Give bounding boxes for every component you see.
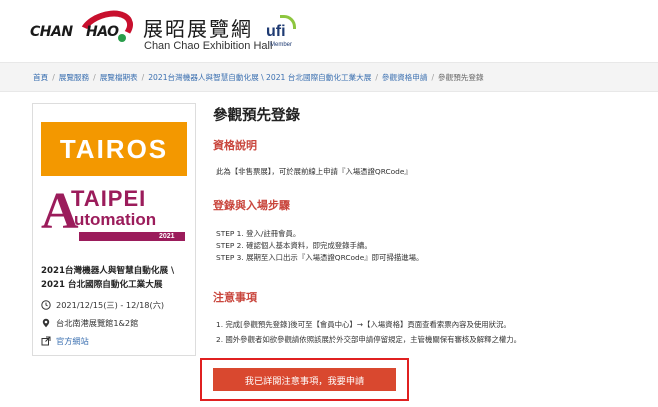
breadcrumb-exhibition-services[interactable]: 展覽服務 — [59, 72, 89, 83]
site-name: 展昭展覽網 — [143, 17, 253, 41]
breadcrumb-current: 參觀預先登錄 — [438, 72, 484, 82]
breadcrumb-separator: / — [52, 72, 55, 82]
ufi-member-text: Member — [270, 42, 293, 48]
calendar-icon — [41, 300, 51, 310]
breadcrumb-home[interactable]: 首頁 — [33, 72, 48, 83]
qualification-heading: 資格說明 — [213, 139, 257, 152]
step-item: STEP 3. 展期至入口出示『入場憑證QRCode』即可掃描進場。 — [216, 253, 424, 262]
breadcrumb-separator: / — [431, 72, 435, 82]
official-website-link[interactable]: 官方網站 — [41, 335, 89, 347]
notes-heading: 注意事項 — [213, 291, 257, 304]
note-item: 2. 國外參觀者如欲參觀請依照該展於外交部申請停留規定，主管機關保有審核及解釋之… — [216, 335, 522, 344]
step-item: STEP 2. 確認個人基本資料，即完成登錄手續。 — [216, 241, 372, 250]
event-venue: 台北南港展覽館1&2館 — [41, 317, 138, 329]
event-title-line1: 2021台灣機器人與智慧自動化展 \ — [41, 266, 175, 276]
breadcrumb-event[interactable]: 2021台灣機器人與智慧自動化展 \ 2021 台北國際自動化工業大展 — [148, 72, 371, 83]
automation-logo-text: utomation — [74, 210, 157, 229]
breadcrumb-separator: / — [93, 72, 96, 82]
breadcrumb-separator: / — [141, 72, 145, 82]
event-info-card: TAIROS A TAIPEI utomation 2021 2021台灣機器人… — [32, 103, 196, 356]
taipei-automation-logo: A TAIPEI utomation 2021 — [41, 186, 187, 246]
apply-button-highlight: 我已詳閱注意事項，我要申請 — [200, 358, 409, 401]
breadcrumb-schedule[interactable]: 展覽檔期表 — [100, 72, 138, 83]
site-name-english: Chan Chao Exhibition Hall — [144, 40, 273, 52]
steps-heading: 登錄與入場步驟 — [213, 199, 290, 212]
logo-year: 2021 — [159, 233, 175, 240]
event-title-line2: 2021 台北國際自動化工業大展 — [41, 280, 163, 290]
external-link-icon — [41, 336, 51, 346]
logo-text-chan: CHAN — [30, 24, 73, 40]
logo-dot — [118, 34, 126, 42]
ufi-member-logo: ufi Member — [266, 15, 298, 51]
apply-button[interactable]: 我已詳閱注意事項，我要申請 — [213, 368, 396, 391]
logo-text-hao: HAO — [86, 24, 119, 40]
step-item: STEP 1. 登入/註冊會員。 — [216, 229, 301, 238]
tairos-logo-text: TAIROS — [59, 133, 169, 164]
site-header: CHAN HAO 展昭展覽網 Chan Chao Exhibition Hall… — [0, 0, 658, 62]
qualification-text: 此為【非售票展】，可於展前線上申請『入場憑證QRCode』 — [216, 167, 412, 176]
breadcrumb: 首頁 / 展覽服務 / 展覽檔期表 / 2021台灣機器人與智慧自動化展 \ 2… — [0, 62, 658, 92]
breadcrumb-qualification[interactable]: 參觀資格申請 — [382, 72, 428, 83]
taipei-logo-text: TAIPEI — [71, 186, 147, 211]
location-pin-icon — [42, 318, 50, 328]
official-website-label: 官方網站 — [56, 336, 89, 346]
event-date: 2021/12/15(三) - 12/18(六) — [41, 299, 164, 311]
note-item: 1. 完成[參觀預先登錄]後可至【會員中心】→【入場資格】頁面查看索票內容及使用… — [216, 320, 511, 329]
ufi-text: ufi — [266, 23, 286, 40]
event-title: 2021台灣機器人與智慧自動化展 \ 2021 台北國際自動化工業大展 — [41, 264, 191, 292]
breadcrumb-separator: / — [375, 72, 378, 82]
chan-chao-logo[interactable]: CHAN HAO — [30, 3, 139, 57]
event-date-text: 2021/12/15(三) - 12/18(六) — [56, 300, 165, 310]
page-title: 參觀預先登錄 — [213, 108, 300, 124]
event-venue-text: 台北南港展覽館1&2館 — [56, 318, 139, 328]
tairos-logo: TAIROS — [41, 122, 187, 176]
